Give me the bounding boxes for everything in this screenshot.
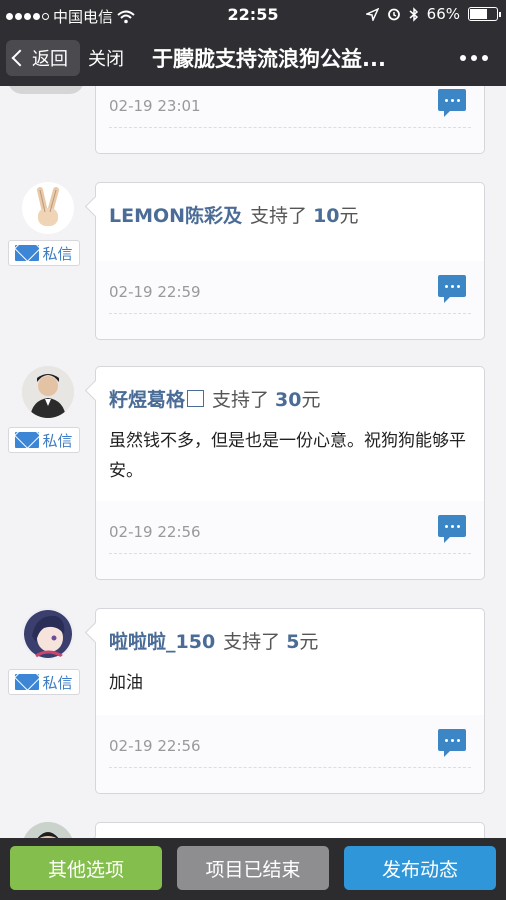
- support-comment: 虽然钱不多，但是也是一份心意。祝狗狗能够平安。: [109, 431, 466, 481]
- support-card: 籽煜葛格 支持了 30元 虽然钱不多，但是也是一份心意。祝狗狗能够平安。 02-19…: [95, 366, 485, 580]
- card-footer: 02-19 22:56: [96, 715, 484, 793]
- timestamp: 02-19 22:56: [109, 523, 201, 541]
- mail-icon: [15, 245, 40, 261]
- supporter-name[interactable]: 啦啦啦_150: [109, 631, 215, 653]
- avatar-anime: [22, 608, 74, 660]
- support-text: 支持了: [223, 631, 281, 653]
- private-message-button[interactable]: 私信: [8, 669, 80, 695]
- supporter-name[interactable]: LEMON陈彩及: [109, 205, 242, 227]
- currency-unit: 元: [299, 631, 319, 653]
- more-icon[interactable]: [460, 55, 488, 61]
- chevron-left-icon: [11, 49, 29, 67]
- timestamp: 02-19 22:59: [109, 283, 201, 301]
- card-footer: 02-19 23:01: [96, 86, 484, 153]
- avatar-portrait: [22, 822, 74, 838]
- private-message-label: 私信: [42, 244, 73, 263]
- page-title: 于朦胧支持流浪狗公益...: [152, 47, 386, 71]
- avatar[interactable]: [22, 822, 74, 838]
- avatar-portrait: [22, 366, 74, 418]
- bottom-action-bar: 其他选项 项目已结束 发布动态: [0, 838, 506, 900]
- status-right: 66%: [365, 5, 501, 23]
- timestamp: 02-19 22:56: [109, 737, 201, 755]
- support-feed[interactable]: 02-19 23:01 私信 LEMON陈彩及 支持了 10元 02-19 22:5…: [0, 86, 506, 838]
- support-amount: 30: [275, 389, 302, 411]
- support-amount: 10: [313, 205, 340, 227]
- comment-icon[interactable]: [438, 729, 466, 757]
- battery-icon: [468, 7, 501, 21]
- avatar[interactable]: [22, 182, 74, 234]
- currency-unit: 元: [301, 389, 321, 411]
- private-message-label: 私信: [42, 431, 73, 450]
- avatar[interactable]: [8, 86, 84, 94]
- support-text: 支持了: [212, 389, 270, 411]
- private-message-button[interactable]: 私信: [8, 427, 80, 453]
- card-footer: 02-19 22:59: [96, 261, 484, 339]
- battery-fill: [470, 9, 487, 19]
- victory-hand-icon: [37, 187, 59, 226]
- other-options-button[interactable]: 其他选项: [10, 846, 162, 890]
- card-header: 啦啦啦_150 支持了 5元: [96, 609, 484, 654]
- private-message-button[interactable]: 私信: [8, 240, 80, 266]
- bluetooth-icon: [409, 6, 418, 22]
- mail-icon: [15, 432, 40, 448]
- avatar[interactable]: [22, 366, 74, 418]
- close-button[interactable]: 关闭: [88, 45, 124, 71]
- comment-icon[interactable]: [438, 89, 466, 117]
- location-arrow-icon: [365, 7, 379, 21]
- currency-unit: 元: [339, 205, 359, 227]
- missing-glyph-box: [187, 390, 205, 407]
- avatar[interactable]: [22, 608, 74, 660]
- card-header: LEMON陈彩及 支持了 10元: [96, 183, 484, 228]
- support-card: [95, 822, 485, 838]
- divider: [109, 127, 471, 128]
- back-label: 返回: [32, 49, 68, 70]
- card-header: 籽煜葛格 支持了 30元: [96, 367, 484, 412]
- comment-icon[interactable]: [438, 515, 466, 543]
- battery-percent: 66%: [426, 5, 460, 23]
- private-message-label: 私信: [42, 673, 73, 692]
- divider: [109, 767, 471, 768]
- alarm-icon: [387, 8, 400, 21]
- divider: [109, 313, 471, 314]
- support-comment: 加油: [109, 673, 143, 693]
- card-footer: 02-19 22:56: [96, 501, 484, 579]
- supporter-name[interactable]: 籽煜葛格: [109, 389, 185, 411]
- support-card: LEMON陈彩及 支持了 10元 02-19 22:59: [95, 182, 485, 340]
- mail-icon: [15, 674, 40, 690]
- publish-update-button[interactable]: 发布动态: [344, 846, 496, 890]
- comment-icon[interactable]: [438, 275, 466, 303]
- support-text: 支持了: [250, 205, 308, 227]
- timestamp: 02-19 23:01: [109, 97, 201, 115]
- back-button[interactable]: 返回: [6, 40, 80, 76]
- nav-bar: 返回 关闭 于朦胧支持流浪狗公益...: [0, 30, 506, 86]
- support-card: 02-19 23:01: [95, 86, 485, 154]
- status-bar: 中国电信 22:55 66%: [0, 0, 506, 30]
- support-amount: 5: [286, 631, 300, 653]
- project-ended-button[interactable]: 项目已结束: [177, 846, 329, 890]
- support-card: 啦啦啦_150 支持了 5元 加油 02-19 22:56: [95, 608, 485, 794]
- divider: [109, 553, 471, 554]
